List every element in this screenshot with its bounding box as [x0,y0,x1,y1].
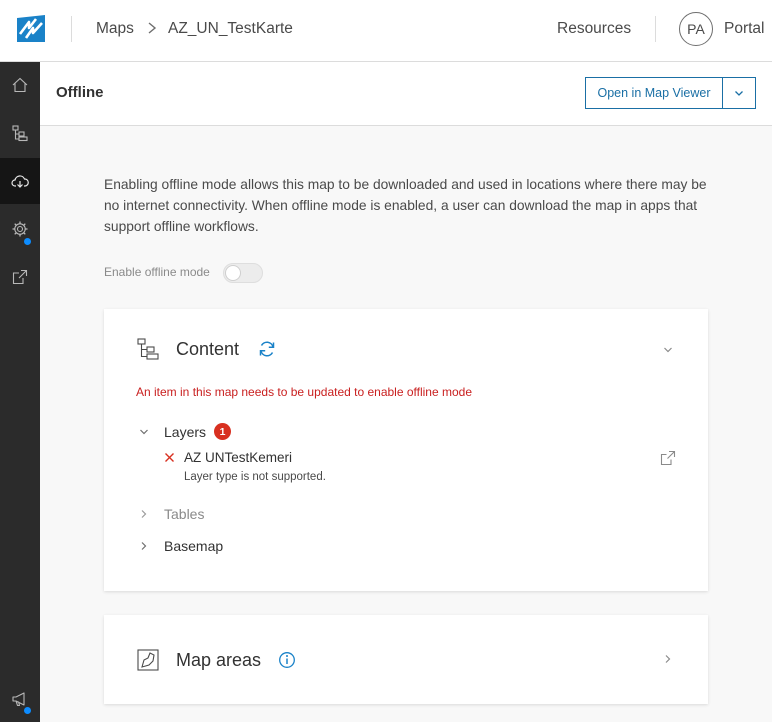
expand-chevron-right-icon[interactable] [662,653,674,665]
map-areas-card[interactable]: Map areas [104,615,708,704]
side-navigation [0,62,40,722]
portal-link[interactable]: Portal [724,20,765,38]
offline-warning-message: An item in this map needs to be updated … [136,385,473,399]
chevron-down-icon [735,91,743,96]
map-areas-card-title: Map areas [176,650,262,670]
offline-cloud-icon [11,175,29,188]
nav-home-button[interactable] [0,62,40,108]
nav-offline-button[interactable] [0,158,40,204]
settings-gear-icon [12,221,28,237]
header-divider [71,16,72,42]
tables-label: Tables [164,506,205,522]
app-logo-icon[interactable] [15,14,47,44]
nav-share-button[interactable] [0,254,40,300]
open-options-dropdown-button[interactable] [723,78,755,108]
feedback-megaphone-icon [12,692,25,707]
open-in-map-viewer-split-button: Open in Map Viewer [585,77,756,109]
map-area-icon [137,649,159,671]
content-tree-icon [137,338,159,360]
share-export-icon [12,269,28,285]
enable-offline-label: Enable offline mode [104,265,210,279]
nav-content-button[interactable] [0,110,40,156]
open-external-icon[interactable] [660,450,676,466]
toggle-knob [225,265,241,281]
nav-feedback-button[interactable] [0,676,40,722]
error-x-icon [165,453,174,462]
user-avatar[interactable]: PA [679,12,713,46]
basemap-label: Basemap [164,538,224,554]
breadcrumb-current: AZ_UN_TestKarte [168,20,293,37]
content-card: Content An item in this map needs to be … [104,309,708,591]
layer-status-message: Layer type is not supported. [184,471,326,483]
chevron-right-icon [141,510,147,518]
tables-tree-item[interactable]: Tables [138,506,204,522]
header-divider [655,16,656,42]
nav-settings-button[interactable] [0,206,40,252]
breadcrumb-chevron-right-icon [148,22,157,34]
enable-offline-toggle[interactable] [223,263,263,283]
layers-error-badge: 1 [214,423,232,440]
info-icon[interactable] [277,650,297,670]
home-icon [12,77,28,93]
chevron-right-icon [141,542,147,550]
basemap-tree-item[interactable]: Basemap [138,538,223,554]
resources-link[interactable]: Resources [557,20,631,38]
settings-notification-dot [24,238,31,245]
collapse-chevron-icon[interactable] [662,344,674,356]
breadcrumb-maps-link[interactable]: Maps [96,20,134,38]
page-header: Offline Open in Map Viewer [40,62,772,126]
open-in-map-viewer-button[interactable]: Open in Map Viewer [586,78,723,108]
feedback-notification-dot [24,707,31,714]
chevron-down-icon [140,429,148,434]
offline-description: Enabling offline mode allows this map to… [104,177,707,234]
refresh-icon[interactable] [257,339,277,359]
layers-tree-item[interactable]: Layers 1 [138,423,232,440]
content-tree-icon [12,125,28,142]
layers-label: Layers [164,423,207,440]
content-card-title: Content [176,339,240,359]
layer-name: AZ UNTestKemeri [184,450,293,465]
page-title: Offline [56,84,104,101]
top-header: Maps AZ_UN_TestKarte Resources PA Portal [0,0,772,62]
